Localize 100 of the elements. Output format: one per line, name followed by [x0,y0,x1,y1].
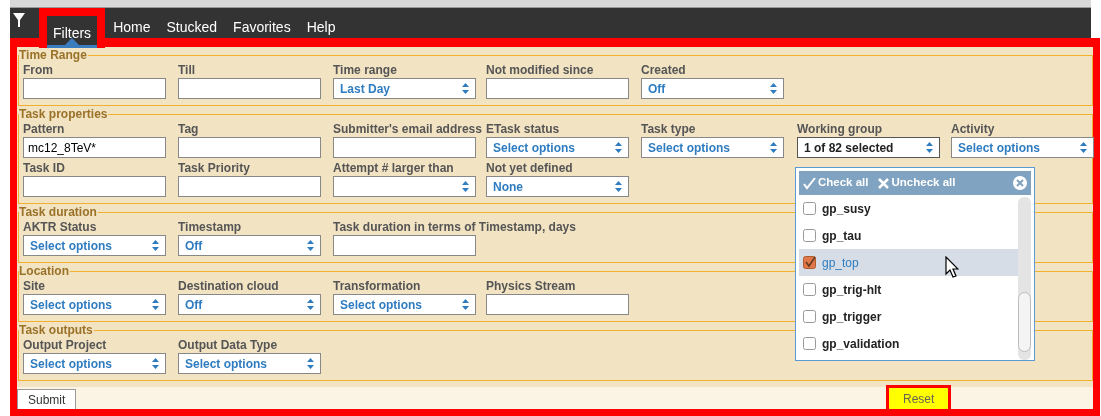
field-label: Task ID [23,161,65,175]
checkbox[interactable] [803,256,816,269]
field-label: AKTR Status [23,220,97,234]
checkbox[interactable] [803,202,816,215]
filter-icon[interactable] [13,12,25,28]
fieldset-legend: Location [19,265,70,278]
dropdown-option[interactable]: gp_top [799,249,1018,276]
reset-button[interactable]: Reset [886,385,952,409]
option-label: gp_tau [822,227,862,245]
field-label: Timestamp [178,220,242,234]
fieldset-legend: Task duration [19,206,98,219]
close-icon[interactable] [1013,176,1027,190]
field-label: ETask status [486,122,560,136]
option-label: gp_susy [822,200,871,218]
select-field[interactable]: Select options [23,353,166,374]
updown-icon [1080,142,1087,153]
updown-icon [307,299,314,310]
fieldset-legend: Task outputs [19,324,94,337]
select-field[interactable] [333,176,476,197]
updown-icon [770,142,777,153]
text-field[interactable]: mc12_8TeV* [23,137,166,158]
field-label: Created [641,63,686,77]
field-label: Pattern [23,122,65,136]
updown-icon [307,240,314,251]
field-label: Not yet defined [486,161,573,175]
select-field[interactable]: Select options [641,137,784,158]
field-label: Not modified since [486,63,594,77]
option-label: gp_validation [822,335,900,353]
x-icon [876,176,890,190]
field-label: Submitter's email address [333,122,482,136]
check-icon [803,176,816,190]
field-label: Physics Stream [486,279,576,293]
updown-icon [926,142,933,153]
nav-tab[interactable]: Home [105,8,159,38]
dropdown-option[interactable]: gp_susy [799,195,1018,222]
field-label: Site [23,279,45,293]
dropdown-option[interactable]: gp_validation [799,330,1018,357]
submit-button[interactable]: Submit [17,389,77,409]
dropdown-option[interactable]: gp_trigger [799,303,1018,330]
dropdown-option[interactable]: gp_trig-hlt [799,276,1018,303]
updown-icon [462,299,469,310]
field-label: Transformation [333,279,421,293]
select-field[interactable]: Off [178,294,321,315]
text-field[interactable] [178,78,321,99]
field-label: Time range [333,63,397,77]
text-field[interactable] [178,137,321,158]
field-label: Activity [951,122,995,136]
field-label: Output Project [23,338,107,352]
option-label: gp_top [822,254,859,272]
select-field[interactable]: Select options [333,294,476,315]
scrollbar[interactable] [1018,197,1031,360]
nav-tab[interactable]: Favorites [225,8,299,38]
text-field[interactable] [333,235,476,256]
select-field[interactable]: Off [178,235,321,256]
updown-icon [462,83,469,94]
field-label: From [23,63,53,77]
dropdown-option[interactable]: gp_tau [799,222,1018,249]
select-field[interactable]: Select options [23,294,166,315]
select-field[interactable]: Last Day [333,78,476,99]
option-label: gp_trigger [822,308,882,326]
select-field[interactable]: Select options [23,235,166,256]
text-field[interactable] [178,176,321,197]
nav-tab[interactable]: Help [298,8,344,38]
nav-tab[interactable]: Stucked [158,8,226,38]
select-field[interactable]: 1 of 82 selected [797,137,940,158]
field-label: Till [178,63,196,77]
select-field[interactable]: Select options [486,137,629,158]
fieldset-legend: Task properties [19,108,109,121]
text-field[interactable] [23,78,166,99]
select-field[interactable]: Select options [178,353,321,374]
scroll-thumb [1018,292,1031,352]
updown-icon [615,142,622,153]
select-field[interactable]: None [486,176,629,197]
updown-icon [152,240,159,251]
check-all-button[interactable]: Check all [803,174,869,192]
updown-icon [462,181,469,192]
updown-icon [307,358,314,369]
text-field[interactable] [486,294,629,315]
select-field[interactable]: Select options [951,137,1094,158]
fieldset-legend: Time Range [19,49,88,62]
updown-icon [152,299,159,310]
checkbox[interactable] [803,229,816,242]
field-label: Working group [797,122,883,136]
field-label: Attempt # larger than [333,161,454,175]
field-label: Task duration in terms of Timestamp, days [333,220,576,234]
checkbox[interactable] [803,310,816,323]
text-field[interactable] [23,176,166,197]
checkbox[interactable] [803,283,816,296]
option-label: gp_trig-hlt [822,281,882,299]
uncheck-all-button[interactable]: Uncheck all [876,174,956,192]
field-label: Tag [178,122,199,136]
checkbox[interactable] [803,337,816,350]
select-field[interactable]: Off [641,78,784,99]
updown-icon [770,83,777,94]
text-field[interactable] [333,137,476,158]
nav-tab[interactable]: Filters [39,8,106,48]
field-label: Destination cloud [178,279,279,293]
text-field[interactable] [486,78,629,99]
updown-icon [152,358,159,369]
mouse-cursor-icon [945,256,959,278]
